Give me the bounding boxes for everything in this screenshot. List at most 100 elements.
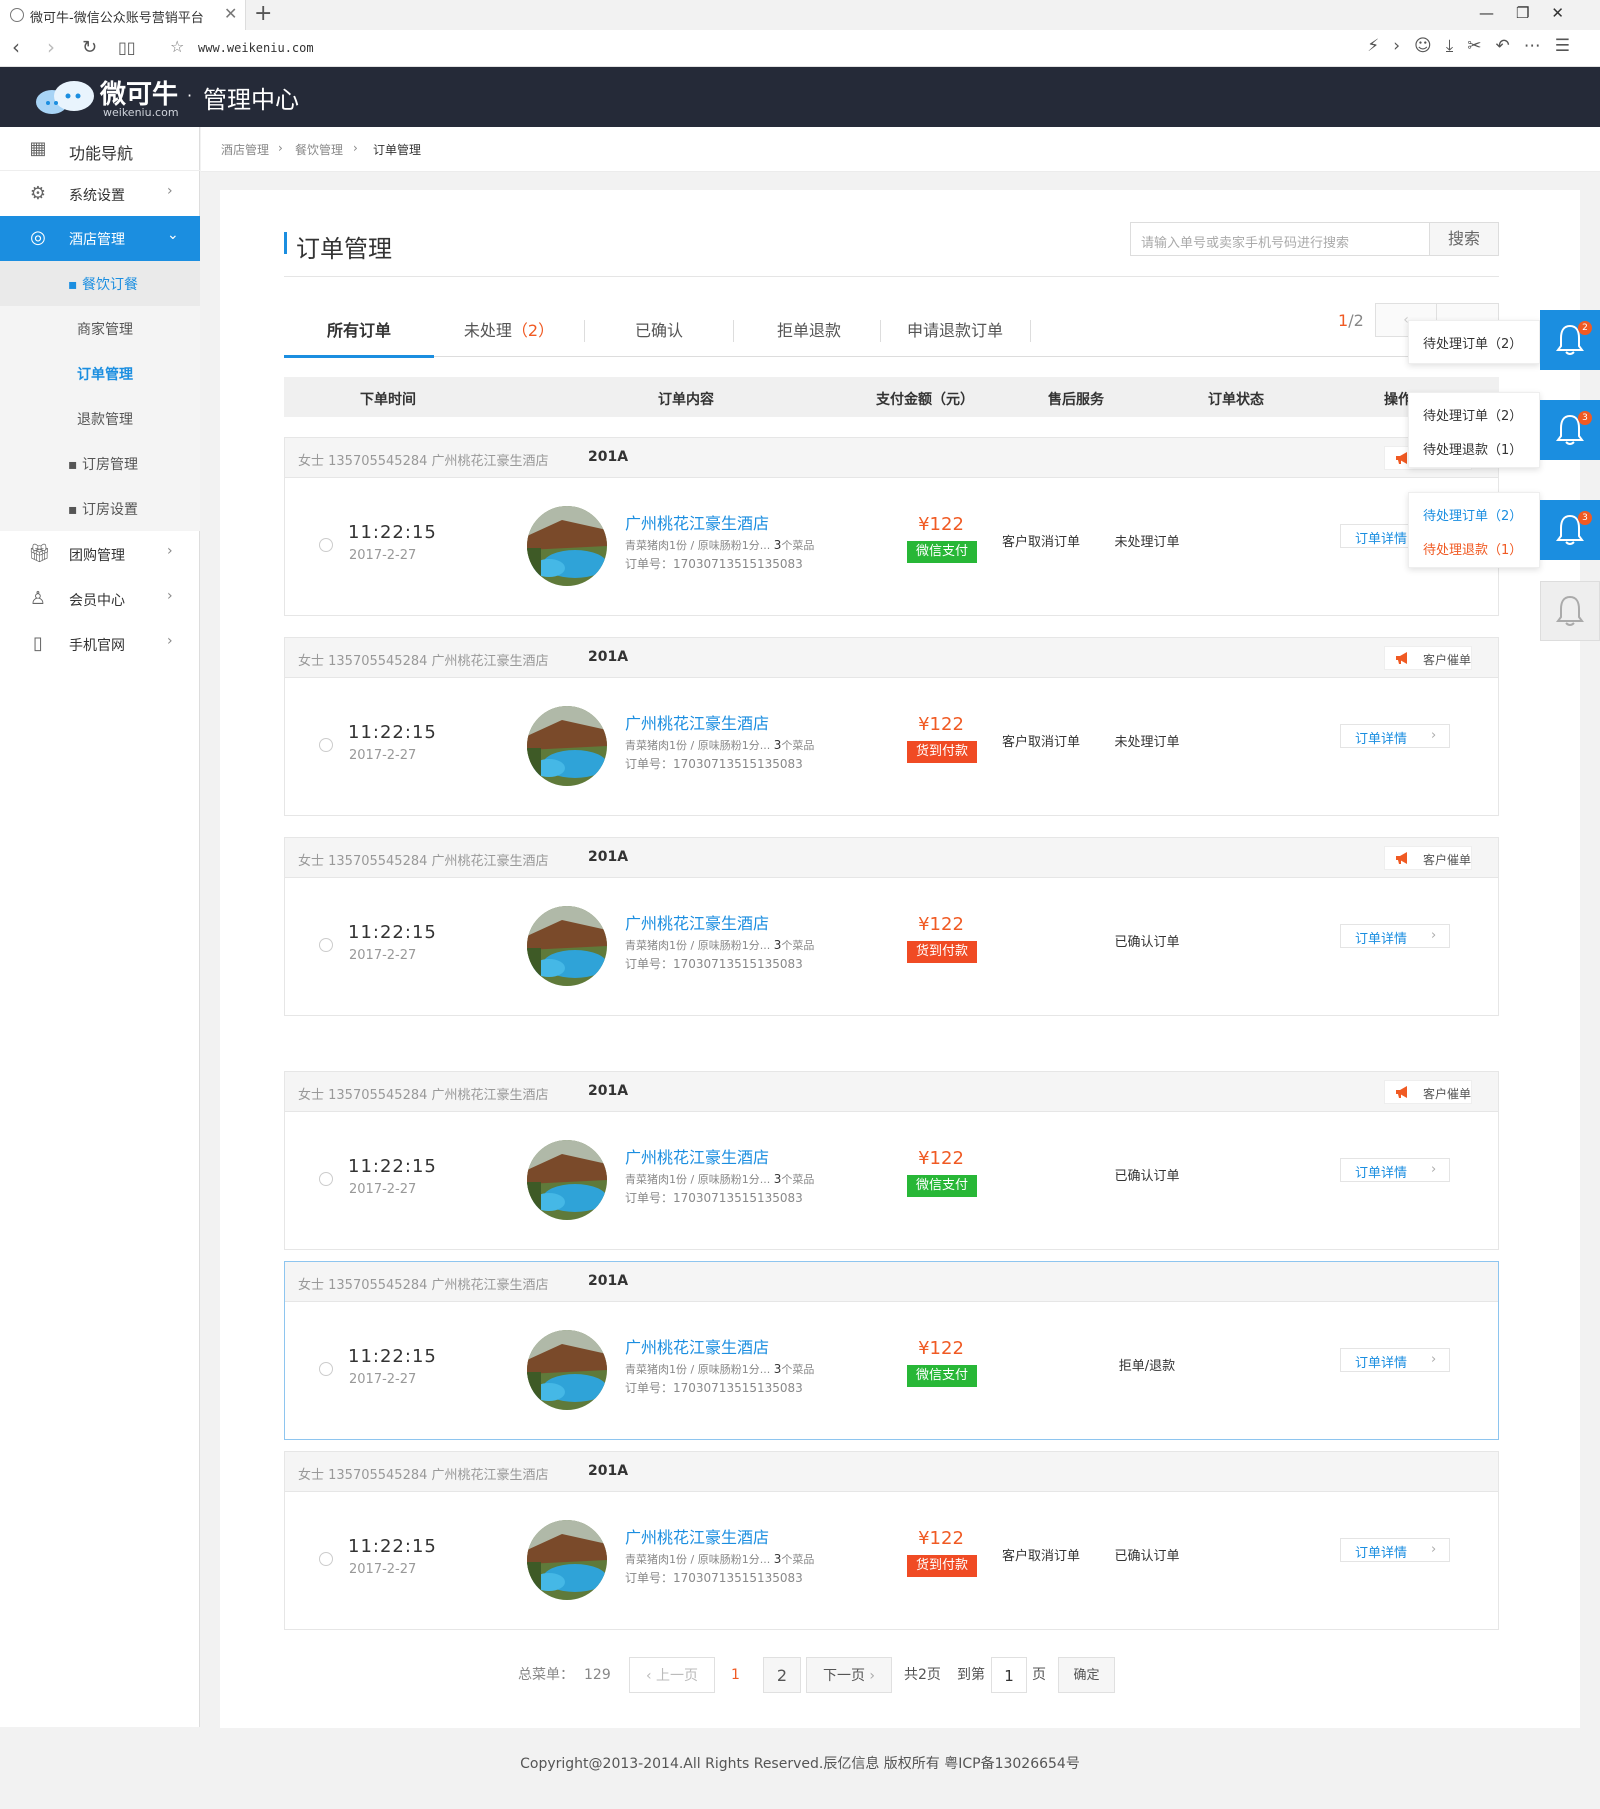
order-status: 已确认订单 <box>1114 1549 1180 1564</box>
order-card[interactable]: 女士 135705545284 广州桃花江豪生酒店201A客户催单11:22:1… <box>284 637 1499 816</box>
notification-bell-button[interactable]: 2 <box>1540 310 1600 370</box>
order-number: 订单号：17030713515135083 <box>625 557 803 571</box>
back-icon[interactable]: ‹ <box>12 35 20 59</box>
sidebar-sub-room-manage[interactable]: ▪ 订房管理 <box>0 441 200 486</box>
order-card-header: 女士 135705545284 广州桃花江豪生酒店 201A <box>285 1262 1498 1302</box>
pager-next-button[interactable]: 下一页 › <box>806 1657 892 1693</box>
order-detail-button[interactable]: 订单详情› <box>1340 924 1450 948</box>
pending-refunds-text[interactable]: 待处理退款（1） <box>1423 439 1522 458</box>
hotel-thumbnail <box>527 1330 607 1410</box>
sidebar-sub-refund[interactable]: 退款管理 <box>0 396 200 441</box>
breadcrumb-item[interactable]: 餐饮管理 <box>295 141 343 158</box>
chat-icon[interactable]: ☺ <box>1414 36 1446 56</box>
pager-prev-button[interactable]: ‹ 上一页 <box>629 1657 715 1693</box>
restore-icon[interactable]: ❐ <box>1516 4 1551 22</box>
notification-bell-button[interactable]: 3 <box>1540 400 1600 460</box>
urge-badge[interactable]: 客户催单 <box>1384 1080 1472 1104</box>
close-tab-icon[interactable]: ✕ <box>224 4 237 23</box>
hotel-name-link[interactable]: 广州桃花江豪生酒店 <box>625 910 769 934</box>
bookmark-star-icon[interactable]: ☆ <box>170 37 184 56</box>
tab-separator <box>733 320 734 342</box>
pending-orders-text[interactable]: 待处理订单（2） <box>1423 405 1522 424</box>
header-title: 管理中心 <box>203 86 299 114</box>
sidebar-item-group-buy[interactable]: 🎁︎ 团购管理 › <box>0 532 200 577</box>
sidebar-item-system-settings[interactable]: ⚙ 系统设置 › <box>0 172 200 217</box>
url-field[interactable]: www.weikeniu.com <box>198 41 314 55</box>
order-number: 订单号：17030713515135083 <box>625 757 803 771</box>
order-detail-button[interactable]: 订单详情› <box>1340 1158 1450 1182</box>
search-button[interactable]: 搜索 <box>1429 222 1499 256</box>
flash-icon[interactable]: ⚡ <box>1367 36 1393 56</box>
notification-bell-button[interactable]: 3 <box>1540 500 1600 560</box>
hotel-name-link[interactable]: 广州桃花江豪生酒店 <box>625 1334 769 1358</box>
order-card[interactable]: 女士 135705545284 广州桃花江豪生酒店201A客户催单11:22:1… <box>284 837 1499 1016</box>
forward-icon[interactable]: › <box>47 35 55 59</box>
clock-icon <box>319 1552 333 1566</box>
pager-confirm-button[interactable]: 确定 <box>1058 1657 1115 1693</box>
chevron-right-icon: › <box>167 183 173 199</box>
notification-badge: 3 <box>1578 511 1592 525</box>
order-date: 2017-2-27 <box>349 1562 417 1577</box>
undo-icon[interactable]: ↶ <box>1496 36 1524 56</box>
tab-pending[interactable]: 未处理（2） <box>434 310 584 358</box>
hotel-thumbnail <box>527 906 607 986</box>
column-header: 订单内容 <box>658 392 714 408</box>
sidebar-item-member-center[interactable]: ♙ 会员中心 › <box>0 577 200 622</box>
breadcrumb-item[interactable]: 酒店管理 <box>221 141 269 158</box>
reload-icon[interactable]: ↻ <box>82 37 97 58</box>
order-date: 2017-2-27 <box>349 948 417 963</box>
sidebar-sub-orders[interactable]: 订单管理 <box>0 351 200 396</box>
pending-orders-text[interactable]: 待处理订单（2） <box>1423 333 1522 352</box>
chevron-right-icon: › <box>1431 1162 1437 1177</box>
urge-badge[interactable]: 客户催单 <box>1384 646 1472 670</box>
pending-count: （2） <box>511 321 555 340</box>
hotel-thumbnail <box>527 706 607 786</box>
chevron-right-icon: › <box>1431 1352 1437 1367</box>
room-number: 201A <box>588 1463 629 1479</box>
pager-page[interactable]: 2 <box>763 1657 801 1693</box>
order-card[interactable]: 女士 135705545284 广州桃花江豪生酒店 201A 11:22:15 201… <box>284 1261 1499 1440</box>
minimize-icon[interactable]: — <box>1479 4 1516 22</box>
order-card[interactable]: 女士 135705545284 广州桃花江豪生酒店 201A 11:22:15 201… <box>284 1451 1499 1630</box>
reader-icon[interactable]: ▯▯ <box>118 38 136 57</box>
pager-goto-input[interactable]: 1 <box>991 1657 1027 1693</box>
sidebar-sub-room-settings[interactable]: ▪ 订房设置 <box>0 486 200 531</box>
pending-orders-text[interactable]: 待处理订单（2） <box>1423 505 1522 524</box>
search-input[interactable]: 请输入单号或卖家手机号码进行搜索 <box>1130 222 1430 256</box>
column-header: 支付金额（元） <box>876 392 974 408</box>
order-detail-button[interactable]: 订单详情› <box>1340 724 1450 748</box>
hotel-name-link[interactable]: 广州桃花江豪生酒店 <box>625 710 769 734</box>
sidebar-sub-merchant[interactable]: 商家管理 <box>0 306 200 351</box>
more-icon[interactable]: ⋯ <box>1524 36 1555 56</box>
tab-confirmed[interactable]: 已确认 <box>584 310 734 358</box>
clock-icon <box>319 1362 333 1376</box>
hotel-name-link[interactable]: 广州桃花江豪生酒店 <box>625 1524 769 1548</box>
pending-refunds-text[interactable]: 待处理退款（1） <box>1423 539 1522 558</box>
download-icon[interactable]: ⤓ <box>1446 36 1468 56</box>
tab-refund-apply[interactable]: 申请退款订单 <box>880 310 1030 358</box>
room-number: 201A <box>588 849 629 865</box>
order-card[interactable]: 女士 135705545284 广州桃花江豪生酒店201A客户催单11:22:1… <box>284 437 1499 616</box>
urge-badge[interactable]: 客户催单 <box>1384 846 1472 870</box>
tab-title: 微可牛-微信公众账号营销平台 <box>30 11 204 26</box>
tab-all-orders[interactable]: 所有订单 <box>284 310 434 358</box>
pager-page-current[interactable]: 1 <box>731 1657 740 1693</box>
hotel-name-link[interactable]: 广州桃花江豪生酒店 <box>625 510 769 534</box>
sidebar-sub-dining[interactable]: ▪ 餐饮订餐 <box>0 261 200 306</box>
scissors-icon[interactable]: ✂ <box>1467 36 1495 56</box>
order-detail-button[interactable]: 订单详情› <box>1340 1538 1450 1562</box>
menu-icon[interactable]: ☰ <box>1555 36 1584 56</box>
close-window-icon[interactable]: ✕ <box>1551 4 1586 22</box>
order-detail-button[interactable]: 订单详情› <box>1340 1348 1450 1372</box>
browser-tab[interactable]: 微可牛-微信公众账号营销平台 ✕ <box>0 0 246 30</box>
chevron-right-icon[interactable]: › <box>1393 36 1414 56</box>
notification-bell-button[interactable] <box>1540 581 1600 641</box>
hotel-name-link[interactable]: 广州桃花江豪生酒店 <box>625 1144 769 1168</box>
payment-badge: 货到付款 <box>907 941 977 963</box>
sidebar-item-hotel-management[interactable]: ◎ 酒店管理 ⌄ <box>0 216 200 261</box>
sidebar-item-mobile-site[interactable]: ▯ 手机官网 › <box>0 622 200 667</box>
order-card[interactable]: 女士 135705545284 广州桃花江豪生酒店201A客户催单11:22:1… <box>284 1071 1499 1250</box>
new-tab-button[interactable]: + <box>254 1 272 26</box>
tab-refused[interactable]: 拒单退款 <box>734 310 884 358</box>
column-header: 售后服务 <box>1048 392 1104 408</box>
